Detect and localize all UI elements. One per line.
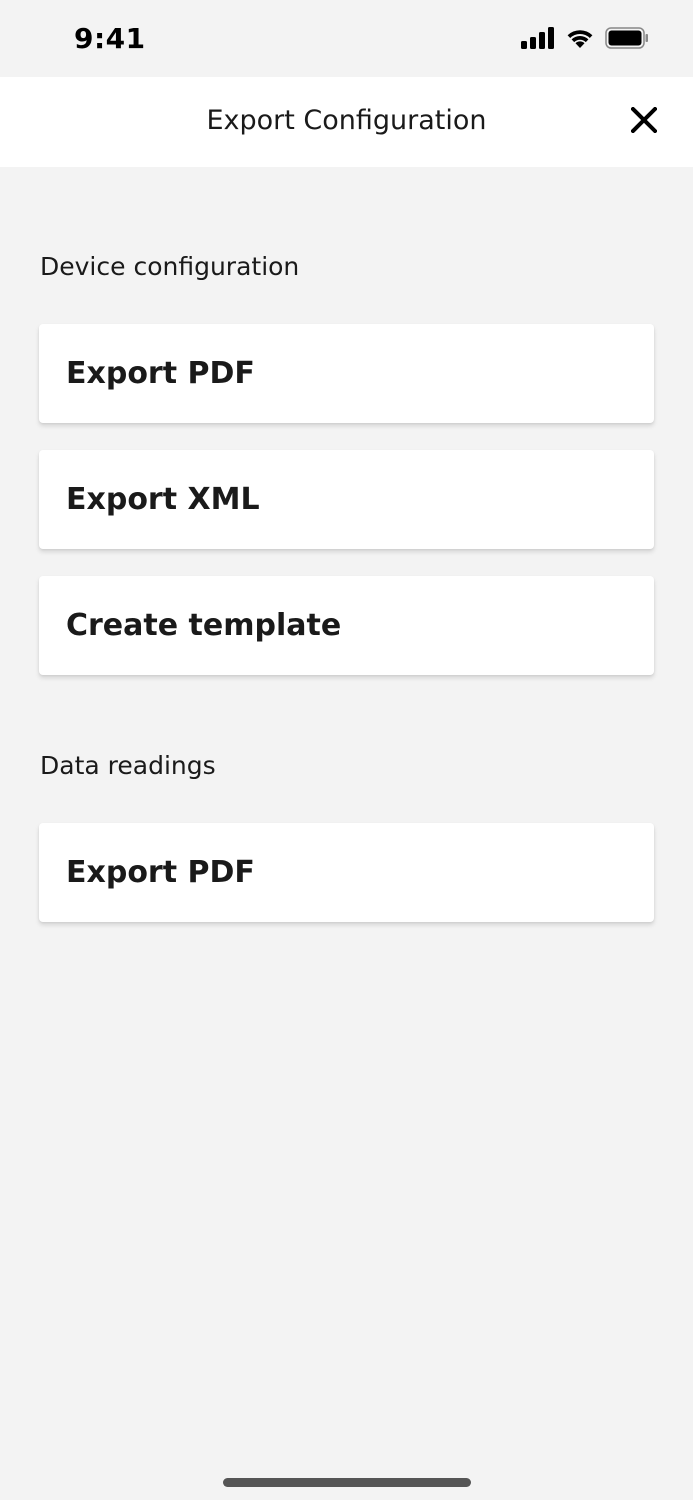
page-title: Export Configuration — [206, 105, 487, 136]
create-template-button[interactable]: Create template — [39, 576, 654, 675]
export-pdf-config-button[interactable]: Export PDF — [39, 324, 654, 423]
section-title-data-readings: Data readings — [40, 751, 216, 780]
export-xml-button[interactable]: Export XML — [39, 450, 654, 549]
card-label: Create template — [66, 608, 342, 643]
home-indicator[interactable] — [223, 1478, 471, 1487]
export-pdf-readings-button[interactable]: Export PDF — [39, 823, 654, 922]
close-button[interactable] — [625, 103, 663, 141]
status-bar: 9:41 — [0, 0, 693, 77]
wifi-icon — [565, 27, 595, 53]
signal-icon — [521, 27, 555, 53]
header: Export Configuration — [0, 77, 693, 167]
close-icon — [630, 106, 658, 137]
status-time: 9:41 — [74, 22, 146, 55]
section-title-device-configuration: Device configuration — [40, 252, 300, 281]
battery-icon — [605, 27, 649, 53]
status-icons — [521, 26, 649, 54]
card-label: Export PDF — [66, 855, 255, 890]
card-label: Export PDF — [66, 356, 255, 391]
card-label: Export XML — [66, 482, 260, 517]
